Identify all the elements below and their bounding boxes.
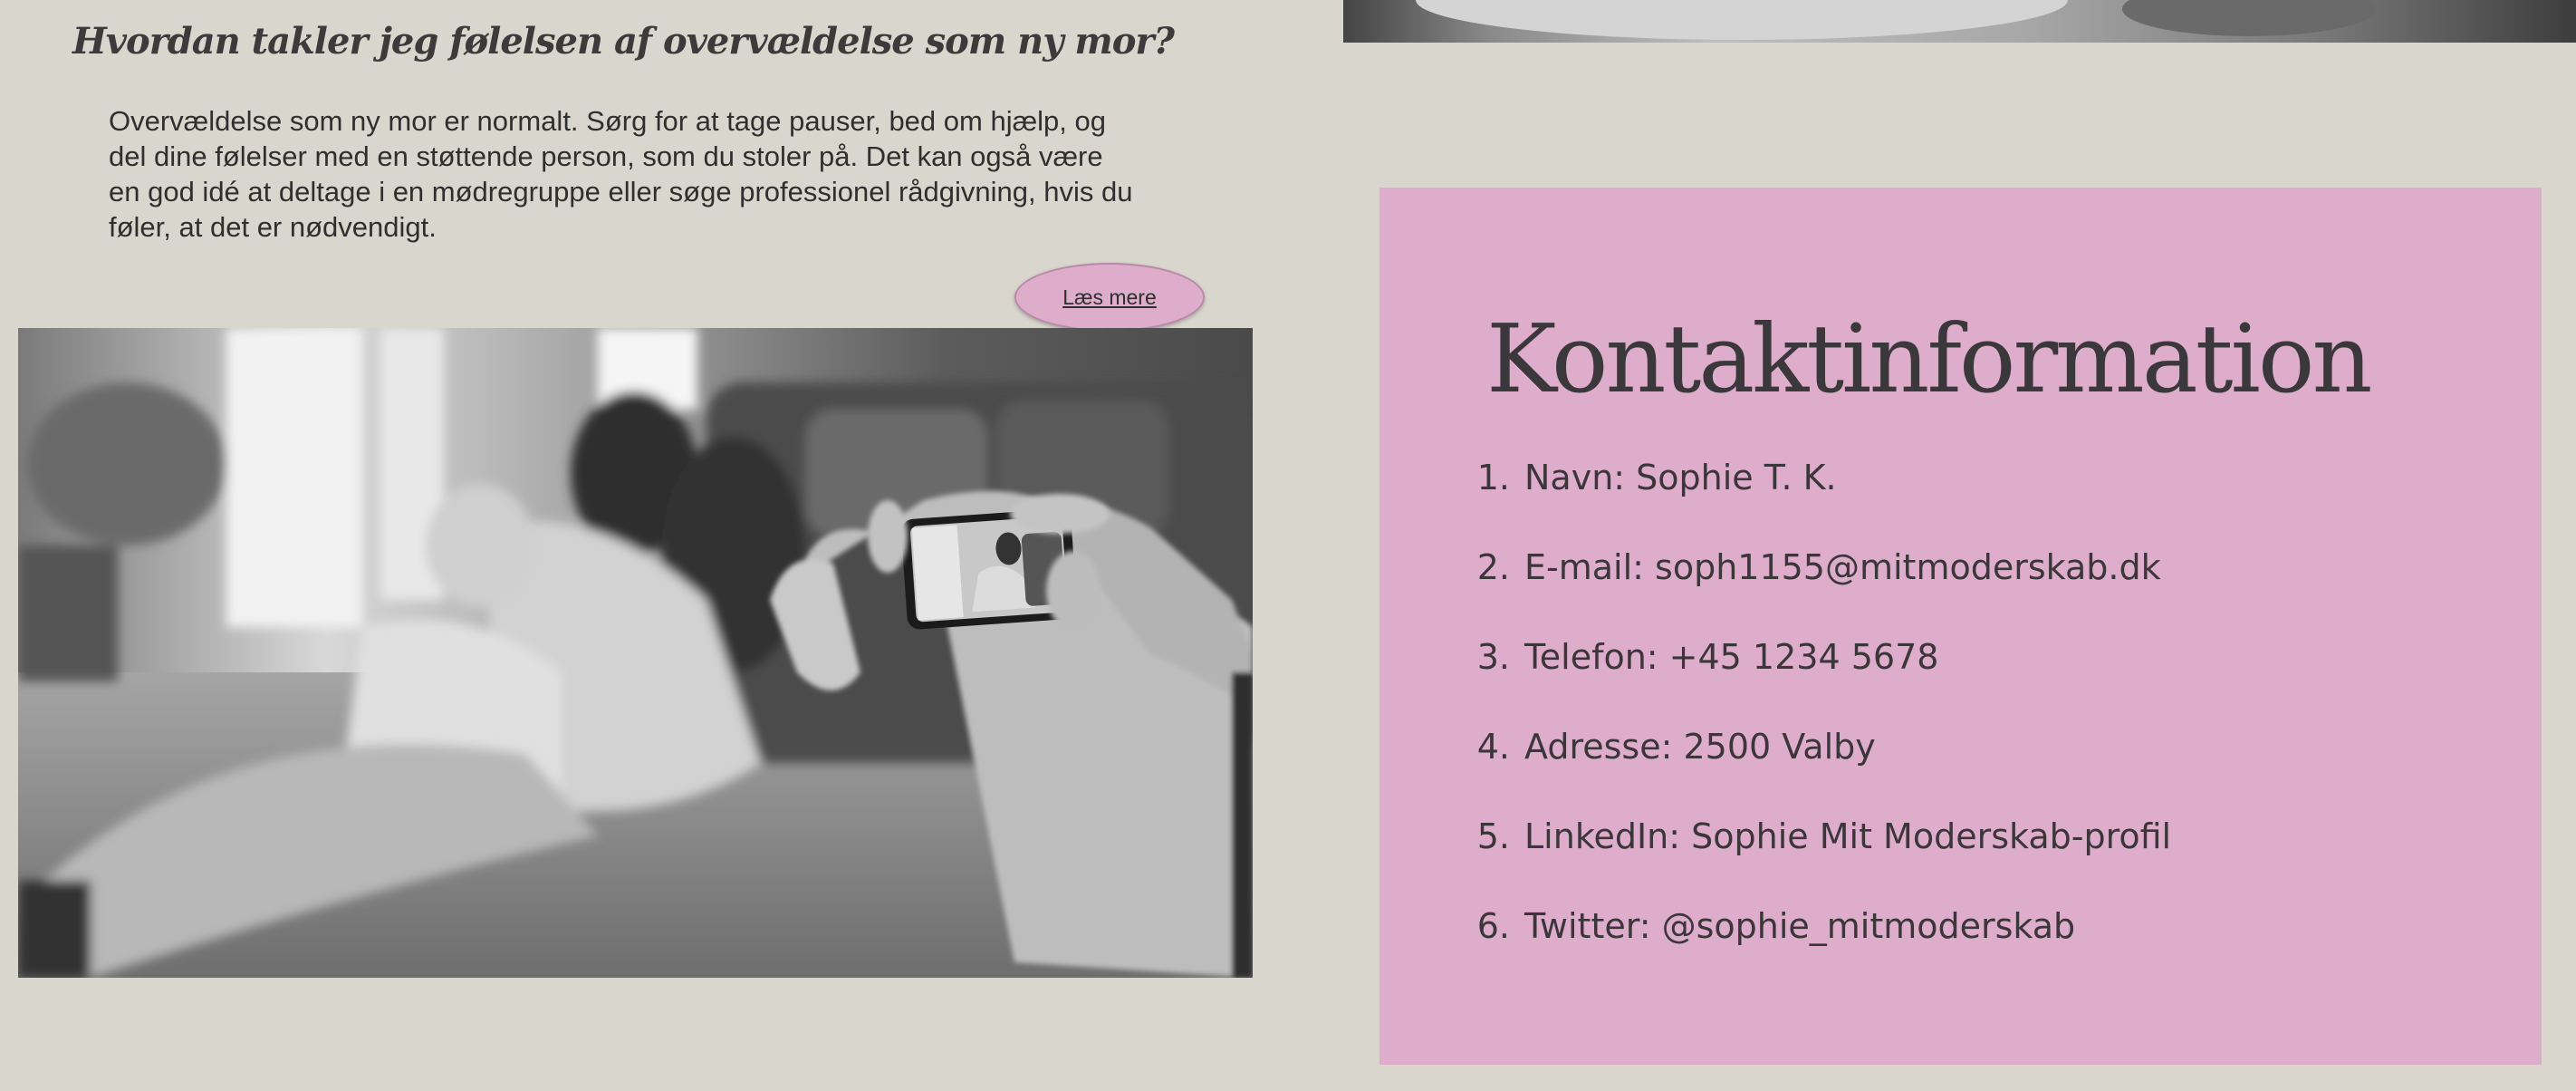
list-number: 1. <box>1476 458 1510 497</box>
contact-item-linkedin: 5. LinkedIn: Sophie Mit Moderskab-profil <box>1461 818 2171 908</box>
contact-item-text: Navn: Sophie T. K. <box>1524 458 1837 497</box>
contact-item-text: Telefon: +45 1234 5678 <box>1524 637 1939 677</box>
contact-item-address: 4. Adresse: 2500 Valby <box>1461 729 2171 818</box>
faq-answer: Overvældelse som ny mor er normalt. Sørg… <box>109 105 1133 243</box>
contact-card: Kontaktinformation 1. Navn: Sophie T. K. … <box>1379 188 2542 1065</box>
contact-list: 1. Navn: Sophie T. K. 2. E-mail: soph1155@… <box>1461 459 2171 998</box>
read-more-button[interactable]: Læs mere <box>1014 263 1205 332</box>
list-number: 5. <box>1476 816 1510 856</box>
top-photo-image <box>1343 0 2576 43</box>
mother-baby-photo <box>18 328 1253 978</box>
contact-item-name: 1. Navn: Sophie T. K. <box>1461 459 2171 549</box>
contact-item-text: Twitter: @sophie_mitmoderskab <box>1524 906 2076 946</box>
contact-item-text: Adresse: 2500 Valby <box>1524 727 1876 767</box>
list-number: 3. <box>1476 637 1510 677</box>
contact-item-twitter: 6. Twitter: @sophie_mitmoderskab <box>1461 908 2171 998</box>
list-number: 4. <box>1476 727 1510 767</box>
contact-item-email: 2. E-mail: soph1155@mitmoderskab.dk <box>1461 549 2171 639</box>
faq-question: Hvordan takler jeg følelsen af overvælde… <box>72 20 1175 63</box>
page: Hvordan takler jeg følelsen af overvælde… <box>0 0 2576 1091</box>
list-number: 6. <box>1476 906 1510 946</box>
contact-item-text: E-mail: soph1155@mitmoderskab.dk <box>1524 547 2161 587</box>
contact-item-text: LinkedIn: Sophie Mit Moderskab-profil <box>1524 816 2172 856</box>
read-more-label: Læs mere <box>1062 285 1157 309</box>
list-number: 2. <box>1476 547 1510 587</box>
contact-title: Kontaktinformation <box>1486 304 2372 414</box>
contact-item-phone: 3. Telefon: +45 1234 5678 <box>1461 639 2171 729</box>
